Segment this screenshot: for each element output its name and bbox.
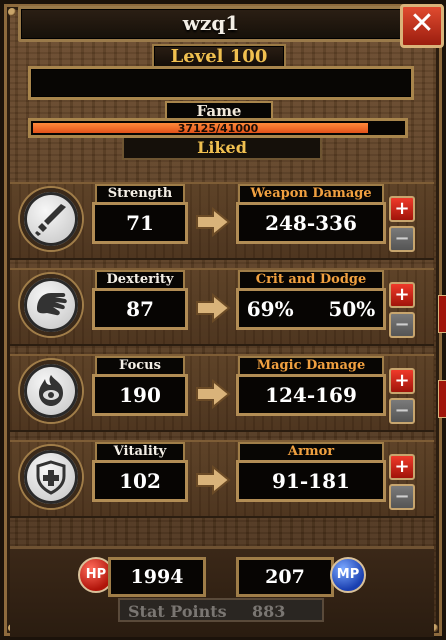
window-title: wzq1 [182, 11, 240, 35]
stat-points-value: 883 [252, 602, 286, 621]
sword-icon [20, 188, 82, 250]
derived-label: Crit and Dodge [238, 270, 384, 290]
flame-eye-icon [20, 360, 82, 422]
arrow-right-icon [196, 379, 231, 409]
decrease-focus-button[interactable]: − [389, 398, 415, 424]
stat-label: Focus [95, 356, 185, 376]
stat-value: 102 [92, 460, 188, 502]
derived-value: 248-336 [236, 202, 386, 244]
stat-value: 71 [92, 202, 188, 244]
increase-dexterity-button[interactable]: + [389, 282, 415, 308]
title-bar: wzq1 [18, 6, 404, 42]
stat-points: Stat Points 883 [118, 598, 324, 622]
increase-focus-button[interactable]: + [389, 368, 415, 394]
derived-value: 91-181 [236, 460, 386, 502]
fame-status: Liked [122, 138, 322, 160]
stat-row-dexterity: Dexterity 87 Crit and Dodge 69% 50% + − [0, 258, 446, 346]
stat-label: Vitality [95, 442, 185, 462]
mp-value: 207 [236, 557, 334, 597]
arrow-right-icon [196, 207, 231, 237]
decrease-vitality-button[interactable]: − [389, 484, 415, 510]
stat-points-label: Stat Points [128, 602, 227, 621]
stat-row-strength: Strength 71 Weapon Damage 248-336 + − [0, 172, 446, 260]
fame-progress-bar: 37125/41000 [28, 118, 408, 138]
fame-progress-text: 37125/41000 [177, 122, 259, 135]
stat-row-vitality: Vitality 102 Armor 91-181 + − [0, 430, 446, 518]
derived-value: 69% 50% [236, 288, 386, 330]
side-tab[interactable] [438, 295, 446, 333]
derived-label: Magic Damage [238, 356, 384, 376]
derived-label: Weapon Damage [238, 184, 384, 204]
stat-value: 87 [92, 288, 188, 330]
rivet [8, 8, 16, 16]
derived-label: Armor [238, 442, 384, 462]
side-tab[interactable] [438, 380, 446, 418]
arrow-right-icon [196, 293, 231, 323]
derived-value: 124-169 [236, 374, 386, 416]
name-field [28, 66, 414, 100]
stat-value: 190 [92, 374, 188, 416]
hp-value: 1994 [108, 557, 206, 597]
stat-label: Strength [95, 184, 185, 204]
increase-vitality-button[interactable]: + [389, 454, 415, 480]
stat-row-focus: Focus 190 Magic Damage 124-169 + − [0, 344, 446, 432]
stat-label: Dexterity [95, 270, 185, 290]
shield-cross-icon [20, 446, 82, 508]
decrease-strength-button[interactable]: − [389, 226, 415, 252]
arrow-right-icon [196, 465, 231, 495]
mp-icon: MP [330, 557, 366, 593]
close-button[interactable]: ✕ [400, 4, 444, 48]
decrease-dexterity-button[interactable]: − [389, 312, 415, 338]
fist-icon [20, 274, 82, 336]
increase-strength-button[interactable]: + [389, 196, 415, 222]
